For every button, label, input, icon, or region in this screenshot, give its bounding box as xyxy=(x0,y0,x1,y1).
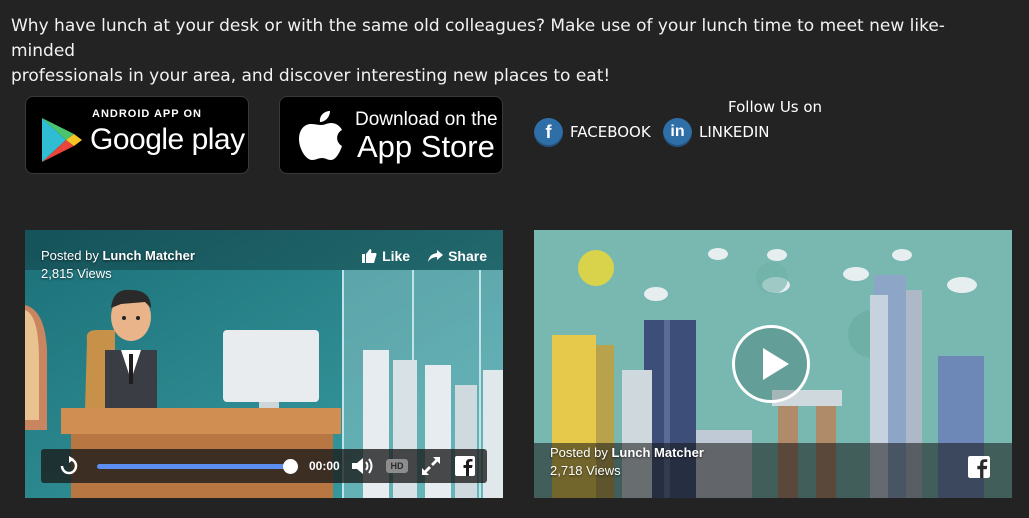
intro-text: Why have lunch at your desk or with the … xyxy=(11,14,1001,89)
fullscreen-icon[interactable] xyxy=(422,457,440,475)
like-label: Like xyxy=(382,248,411,264)
follow-us-title: Follow Us on xyxy=(728,98,823,116)
google-badge-big-text: Google play xyxy=(90,123,245,156)
replay-icon[interactable] xyxy=(59,456,79,476)
video-1-posted-by: Posted by Lunch Matcher xyxy=(41,248,195,263)
share-label: Share xyxy=(448,248,487,264)
app-store-badge[interactable]: Download on the App Store xyxy=(279,96,503,174)
video-1-top-actions: Like Share xyxy=(362,248,487,264)
video-1-controls: 00:00 HD xyxy=(41,449,487,483)
apple-icon xyxy=(299,111,342,160)
intro-line-2: professionals in your area, and discover… xyxy=(11,66,611,86)
facebook-icon: f xyxy=(534,117,563,147)
facebook-label: FACEBOOK xyxy=(570,123,651,141)
video-1-author[interactable]: Lunch Matcher xyxy=(102,248,194,263)
google-play-icon xyxy=(42,118,82,162)
apple-badge-small-text: Download on the xyxy=(355,109,498,130)
volume-icon[interactable] xyxy=(352,457,374,475)
facebook-share-icon-2[interactable] xyxy=(968,456,990,478)
video-player-1[interactable]: Posted by Lunch Matcher 2,815 Views Like… xyxy=(25,230,503,498)
video-2-views: 2,718 Views xyxy=(550,463,621,478)
like-button[interactable]: Like xyxy=(362,248,410,264)
play-button[interactable] xyxy=(732,325,810,403)
video-2-author[interactable]: Lunch Matcher xyxy=(611,445,703,460)
thumbs-up-icon xyxy=(362,249,377,263)
google-badge-small-text: ANDROID APP ON xyxy=(92,108,202,120)
video-1-posted-prefix: Posted by xyxy=(41,248,103,263)
share-arrow-icon xyxy=(428,250,444,262)
time-display: 00:00 xyxy=(309,459,340,473)
progress-handle[interactable] xyxy=(283,459,298,474)
video-1-views: 2,815 Views xyxy=(41,266,112,281)
apple-badge-big-text: App Store xyxy=(357,129,495,164)
share-button[interactable]: Share xyxy=(428,248,487,264)
facebook-link[interactable]: f FACEBOOK xyxy=(534,117,651,147)
hd-toggle[interactable]: HD xyxy=(386,459,408,473)
intro-line-1: Why have lunch at your desk or with the … xyxy=(11,16,945,61)
play-icon xyxy=(763,348,789,380)
facebook-share-icon[interactable] xyxy=(455,456,475,476)
linkedin-label: LINKEDIN xyxy=(699,123,770,141)
linkedin-icon: in xyxy=(663,117,692,147)
linkedin-link[interactable]: in LINKEDIN xyxy=(663,117,770,147)
progress-bar[interactable] xyxy=(97,464,291,469)
google-play-badge[interactable]: ANDROID APP ON Google play xyxy=(25,96,249,174)
video-2-posted-prefix: Posted by xyxy=(550,445,612,460)
video-player-2[interactable]: Posted by Lunch Matcher 2,718 Views xyxy=(534,230,1012,498)
video-2-posted-by: Posted by Lunch Matcher xyxy=(550,445,704,460)
